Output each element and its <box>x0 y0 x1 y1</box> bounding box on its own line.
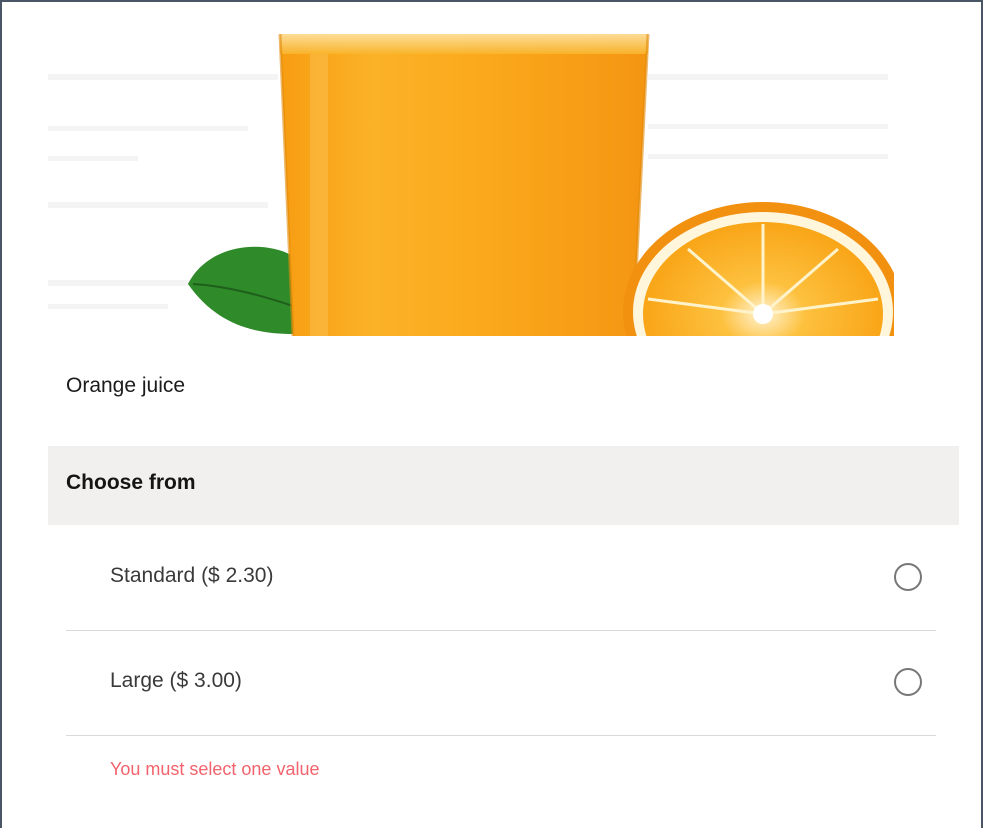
option-large-label: Large ($ 3.00) <box>110 669 242 692</box>
product-dialog: Orange juice Choose from Standard ($ 2.3… <box>0 0 983 828</box>
option-large[interactable]: Large ($ 3.00) <box>66 632 936 736</box>
choice-section-title: Choose from <box>66 471 196 494</box>
orange-juice-photo-icon <box>48 34 894 336</box>
option-large-radio[interactable] <box>894 668 922 696</box>
option-standard-label: Standard ($ 2.30) <box>110 564 274 587</box>
validation-error: You must select one value <box>110 759 320 779</box>
option-standard[interactable]: Standard ($ 2.30) <box>66 527 936 631</box>
product-image <box>48 34 894 336</box>
option-standard-radio[interactable] <box>894 563 922 591</box>
choice-section-header: Choose from <box>48 446 959 525</box>
product-name: Orange juice <box>66 374 186 397</box>
